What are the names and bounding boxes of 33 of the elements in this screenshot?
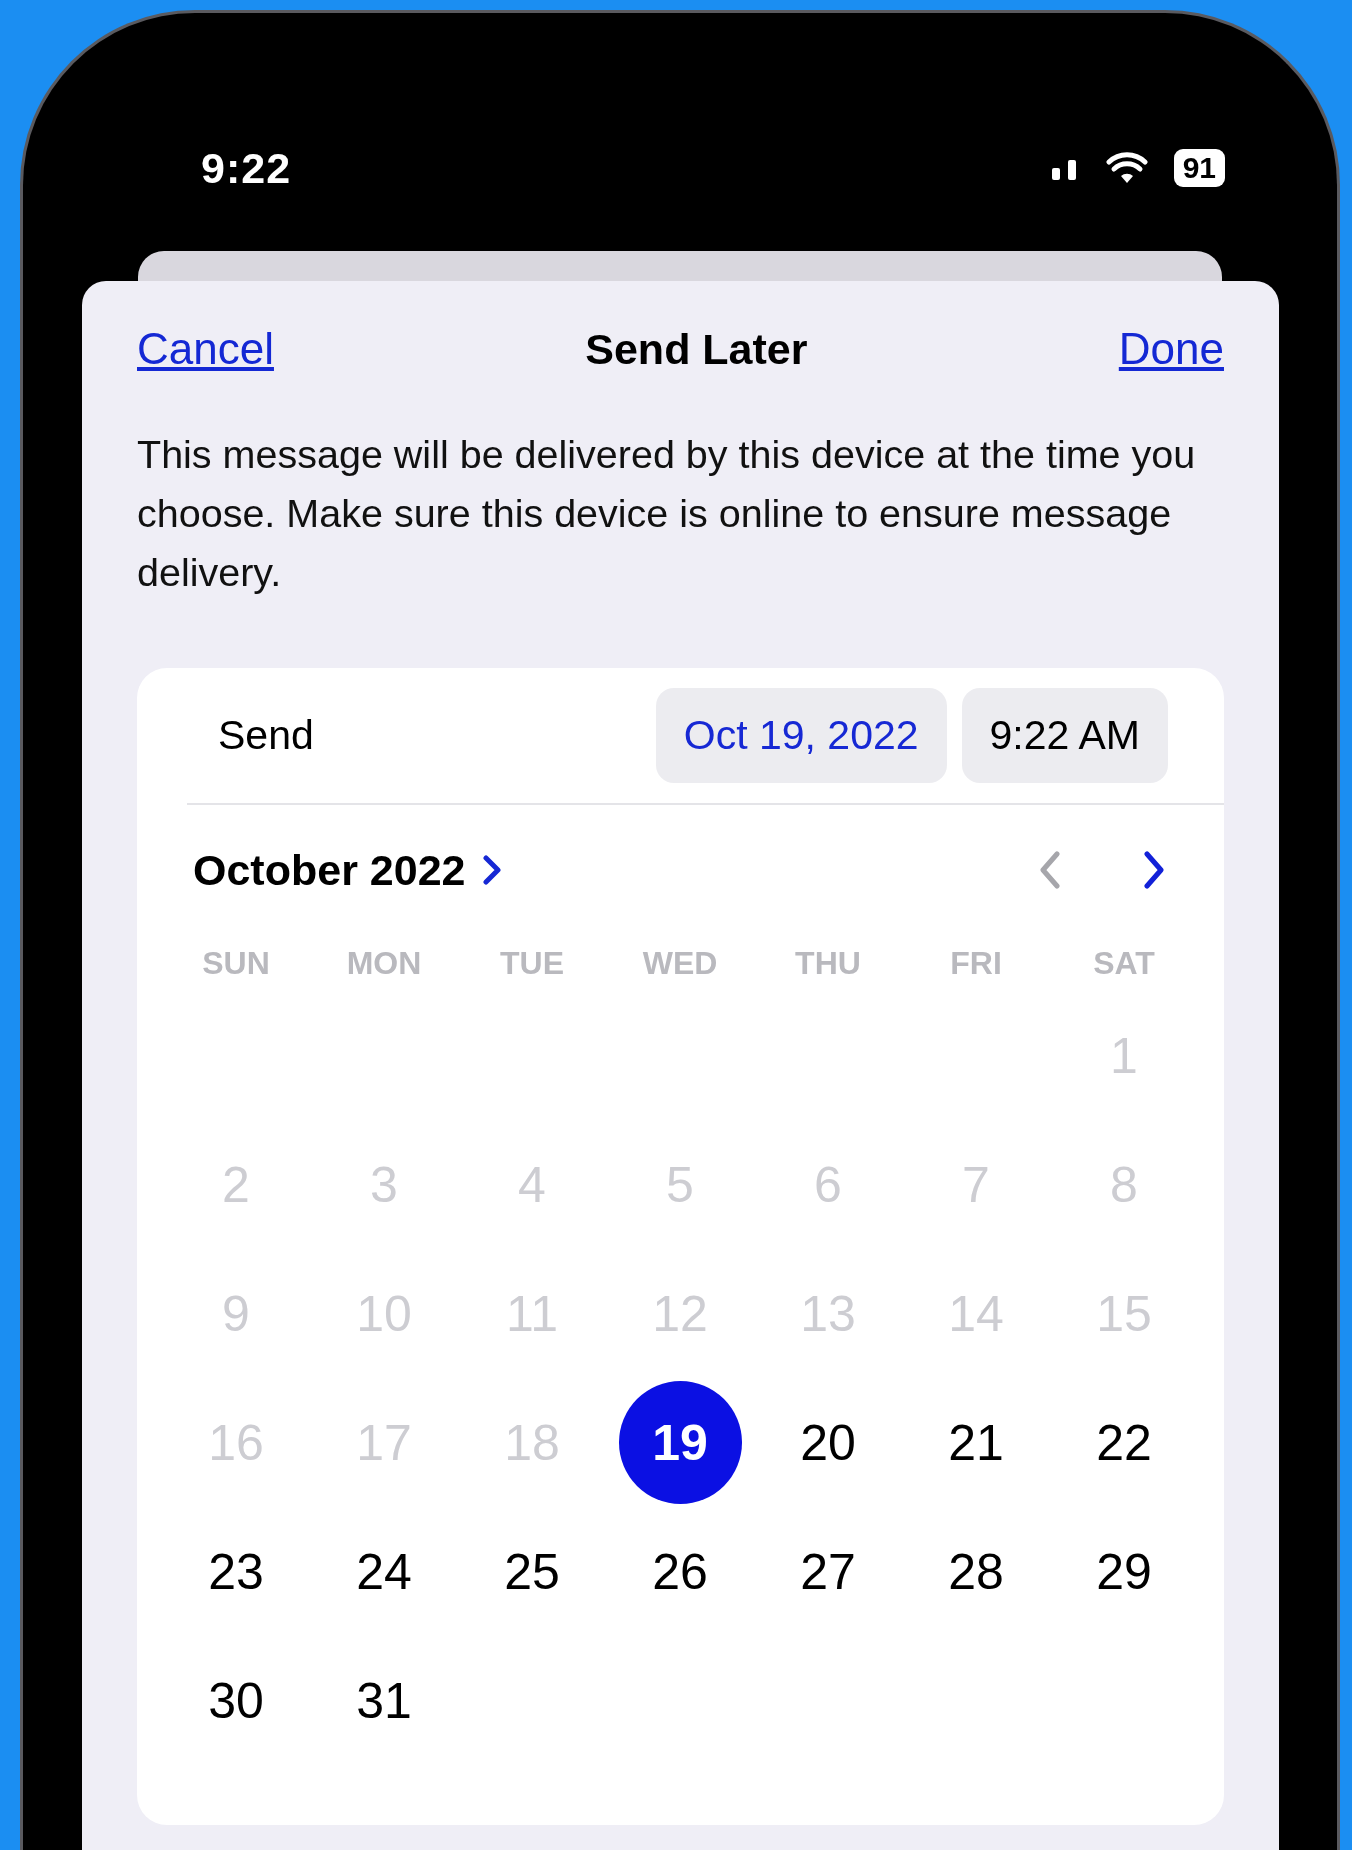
date-button[interactable]: Oct 19, 2022 [655, 688, 947, 783]
weekday-label: MON [346, 944, 422, 983]
calendar-day[interactable]: 27 [766, 1510, 890, 1633]
status-time: 9:22 [201, 143, 292, 193]
calendar-day[interactable]: 20 [766, 1381, 890, 1504]
calendar-day[interactable]: 29 [1062, 1510, 1186, 1633]
calendar-day[interactable]: 28 [914, 1510, 1038, 1633]
cancel-link[interactable]: Cancel [137, 324, 274, 374]
month-year-button[interactable]: October 2022 [193, 845, 502, 895]
weekday-label: SUN [202, 944, 270, 983]
calendar-day[interactable]: 19 [618, 1381, 742, 1504]
calendar-day[interactable]: 24 [322, 1510, 446, 1633]
calendar-day[interactable]: 22 [1062, 1381, 1186, 1504]
description-text: This message will be delivered by this device at the time you choose. Make sure this device is online to ensure message delivery. [137, 431, 1197, 596]
send-label: Send [217, 712, 315, 759]
weekday-label: TUE [500, 944, 564, 983]
weekday-label: THU [795, 944, 861, 983]
chevron-right-icon [483, 855, 502, 885]
wifi-icon [1105, 152, 1148, 184]
battery-indicator: 91 [1173, 149, 1225, 187]
calendar-day[interactable]: 25 [470, 1510, 594, 1633]
weekday-label: SAT [1093, 944, 1155, 983]
calendar-day[interactable]: 26 [618, 1510, 742, 1633]
next-month-button[interactable] [1142, 851, 1166, 889]
calendar-day[interactable]: 21 [914, 1381, 1038, 1504]
calendar-day[interactable]: 31 [322, 1639, 446, 1762]
done-link[interactable]: Done [1118, 324, 1224, 374]
sheet-title: Send Later [585, 324, 808, 374]
weekday-label: WED [642, 944, 718, 983]
weekday-label: FRI [950, 944, 1002, 983]
calendar-day[interactable]: 23 [174, 1510, 298, 1633]
time-button[interactable]: 9:22 AM [961, 688, 1168, 783]
calendar-day[interactable]: 30 [174, 1639, 298, 1762]
